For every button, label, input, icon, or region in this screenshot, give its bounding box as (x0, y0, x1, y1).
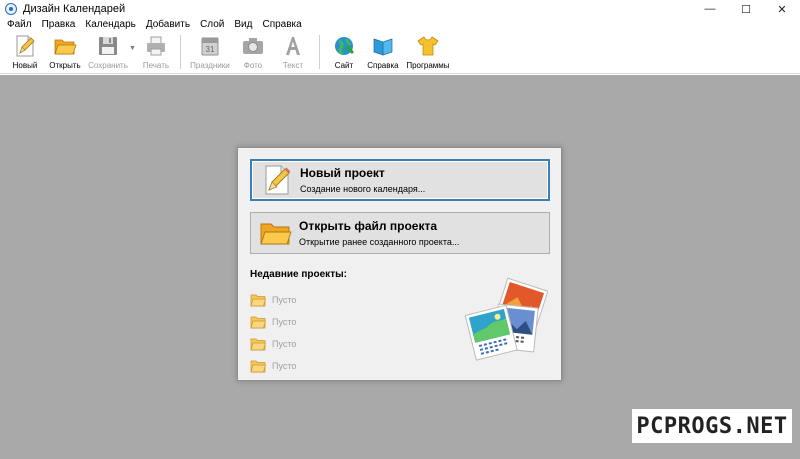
window-title: Дизайн Календарей (23, 3, 126, 15)
new-project-button[interactable]: Новый проект Создание нового календаря..… (250, 159, 550, 201)
new-project-subtitle: Создание нового календаря... (300, 184, 426, 194)
globe-icon (332, 34, 356, 58)
new-button-label: Новый (12, 61, 38, 70)
folder-icon (250, 294, 266, 307)
print-button-label: Печать (142, 61, 170, 70)
help-button[interactable]: Справка (362, 32, 404, 72)
photo-button[interactable]: Фото (233, 32, 273, 72)
menu-bar: Файл Правка Календарь Добавить Слой Вид … (0, 18, 800, 32)
recent-item: Пусто (250, 289, 296, 311)
book-icon (371, 34, 395, 58)
recent-item-label: Пусто (272, 295, 297, 305)
camera-icon (241, 34, 265, 58)
open-folder-icon (259, 216, 293, 250)
window-controls: — ☐ ✕ (692, 0, 800, 18)
save-dropdown-arrow-icon[interactable]: ▼ (129, 45, 136, 52)
menu-edit[interactable]: Правка (37, 18, 81, 32)
save-button-label: Сохранить (88, 61, 128, 70)
recent-item: Пусто (250, 355, 296, 377)
recent-item-label: Пусто (272, 339, 297, 349)
menu-add[interactable]: Добавить (141, 18, 195, 32)
recent-item-label: Пусто (272, 317, 297, 327)
programs-button[interactable]: Программы (404, 32, 452, 72)
help-button-label: Справка (367, 61, 399, 70)
save-button[interactable]: Сохранить (86, 32, 130, 72)
folder-icon (250, 316, 266, 329)
minimize-button[interactable]: — (692, 0, 728, 18)
menu-view[interactable]: Вид (229, 18, 257, 32)
svg-text:31: 31 (205, 45, 214, 54)
recent-item: Пусто (250, 311, 296, 333)
programs-button-label: Программы (406, 61, 450, 70)
open-project-button[interactable]: Открыть файл проекта Открытие ранее созд… (250, 212, 550, 254)
site-button-label: Сайт (334, 61, 354, 70)
calendar-icon: 31 (198, 34, 222, 58)
menu-layer[interactable]: Слой (195, 18, 229, 32)
text-a-icon (281, 34, 305, 58)
holidays-button-label: Праздники (190, 61, 230, 70)
open-project-subtitle: Открытие ранее созданного проекта... (299, 237, 460, 247)
site-button[interactable]: Сайт (326, 32, 362, 72)
open-folder-icon (53, 34, 77, 58)
menu-file[interactable]: Файл (2, 18, 37, 32)
print-button[interactable]: Печать (138, 32, 174, 72)
open-button[interactable]: Открыть (44, 32, 86, 72)
recent-item-label: Пусто (272, 361, 297, 371)
app-icon (5, 3, 17, 15)
menu-help[interactable]: Справка (257, 18, 306, 32)
title-bar: Дизайн Календарей — ☐ ✕ (0, 0, 800, 18)
text-button[interactable]: Текст (273, 32, 313, 72)
tshirt-icon (416, 34, 440, 58)
printer-icon (144, 34, 168, 58)
new-button[interactable]: Новый (6, 32, 44, 72)
toolbar: Новый Открыть Сохранить ▼ Печать 31 Праз… (0, 32, 800, 74)
photo-button-label: Фото (243, 61, 263, 70)
folder-icon (250, 360, 266, 373)
new-project-text: Новый проект Создание нового календаря..… (300, 166, 425, 194)
watermark: PCPROGS.NET (632, 409, 792, 443)
open-project-text: Открыть файл проекта Открытие ранее созд… (299, 219, 459, 247)
new-document-icon (13, 34, 37, 58)
floppy-disk-icon (96, 34, 120, 58)
new-document-icon (260, 163, 294, 197)
recent-projects-title: Недавние проекты: (250, 269, 347, 280)
text-button-label: Текст (282, 61, 303, 70)
open-project-title: Открыть файл проекта (299, 219, 438, 233)
folder-icon (250, 338, 266, 351)
toolbar-separator (318, 35, 320, 69)
recent-projects-list: Пусто Пусто Пусто Пусто (250, 289, 296, 377)
start-dialog: Новый проект Создание нового календаря..… (237, 147, 562, 381)
toolbar-separator (179, 35, 181, 69)
maximize-button[interactable]: ☐ (728, 0, 764, 18)
open-button-label: Открыть (49, 61, 81, 70)
close-button[interactable]: ✕ (764, 0, 800, 18)
new-project-title: Новый проект (300, 166, 385, 180)
photo-calendar-illustration (464, 277, 548, 361)
holidays-button[interactable]: 31 Праздники (187, 32, 233, 72)
recent-item: Пусто (250, 333, 296, 355)
menu-calendar[interactable]: Календарь (80, 18, 140, 32)
